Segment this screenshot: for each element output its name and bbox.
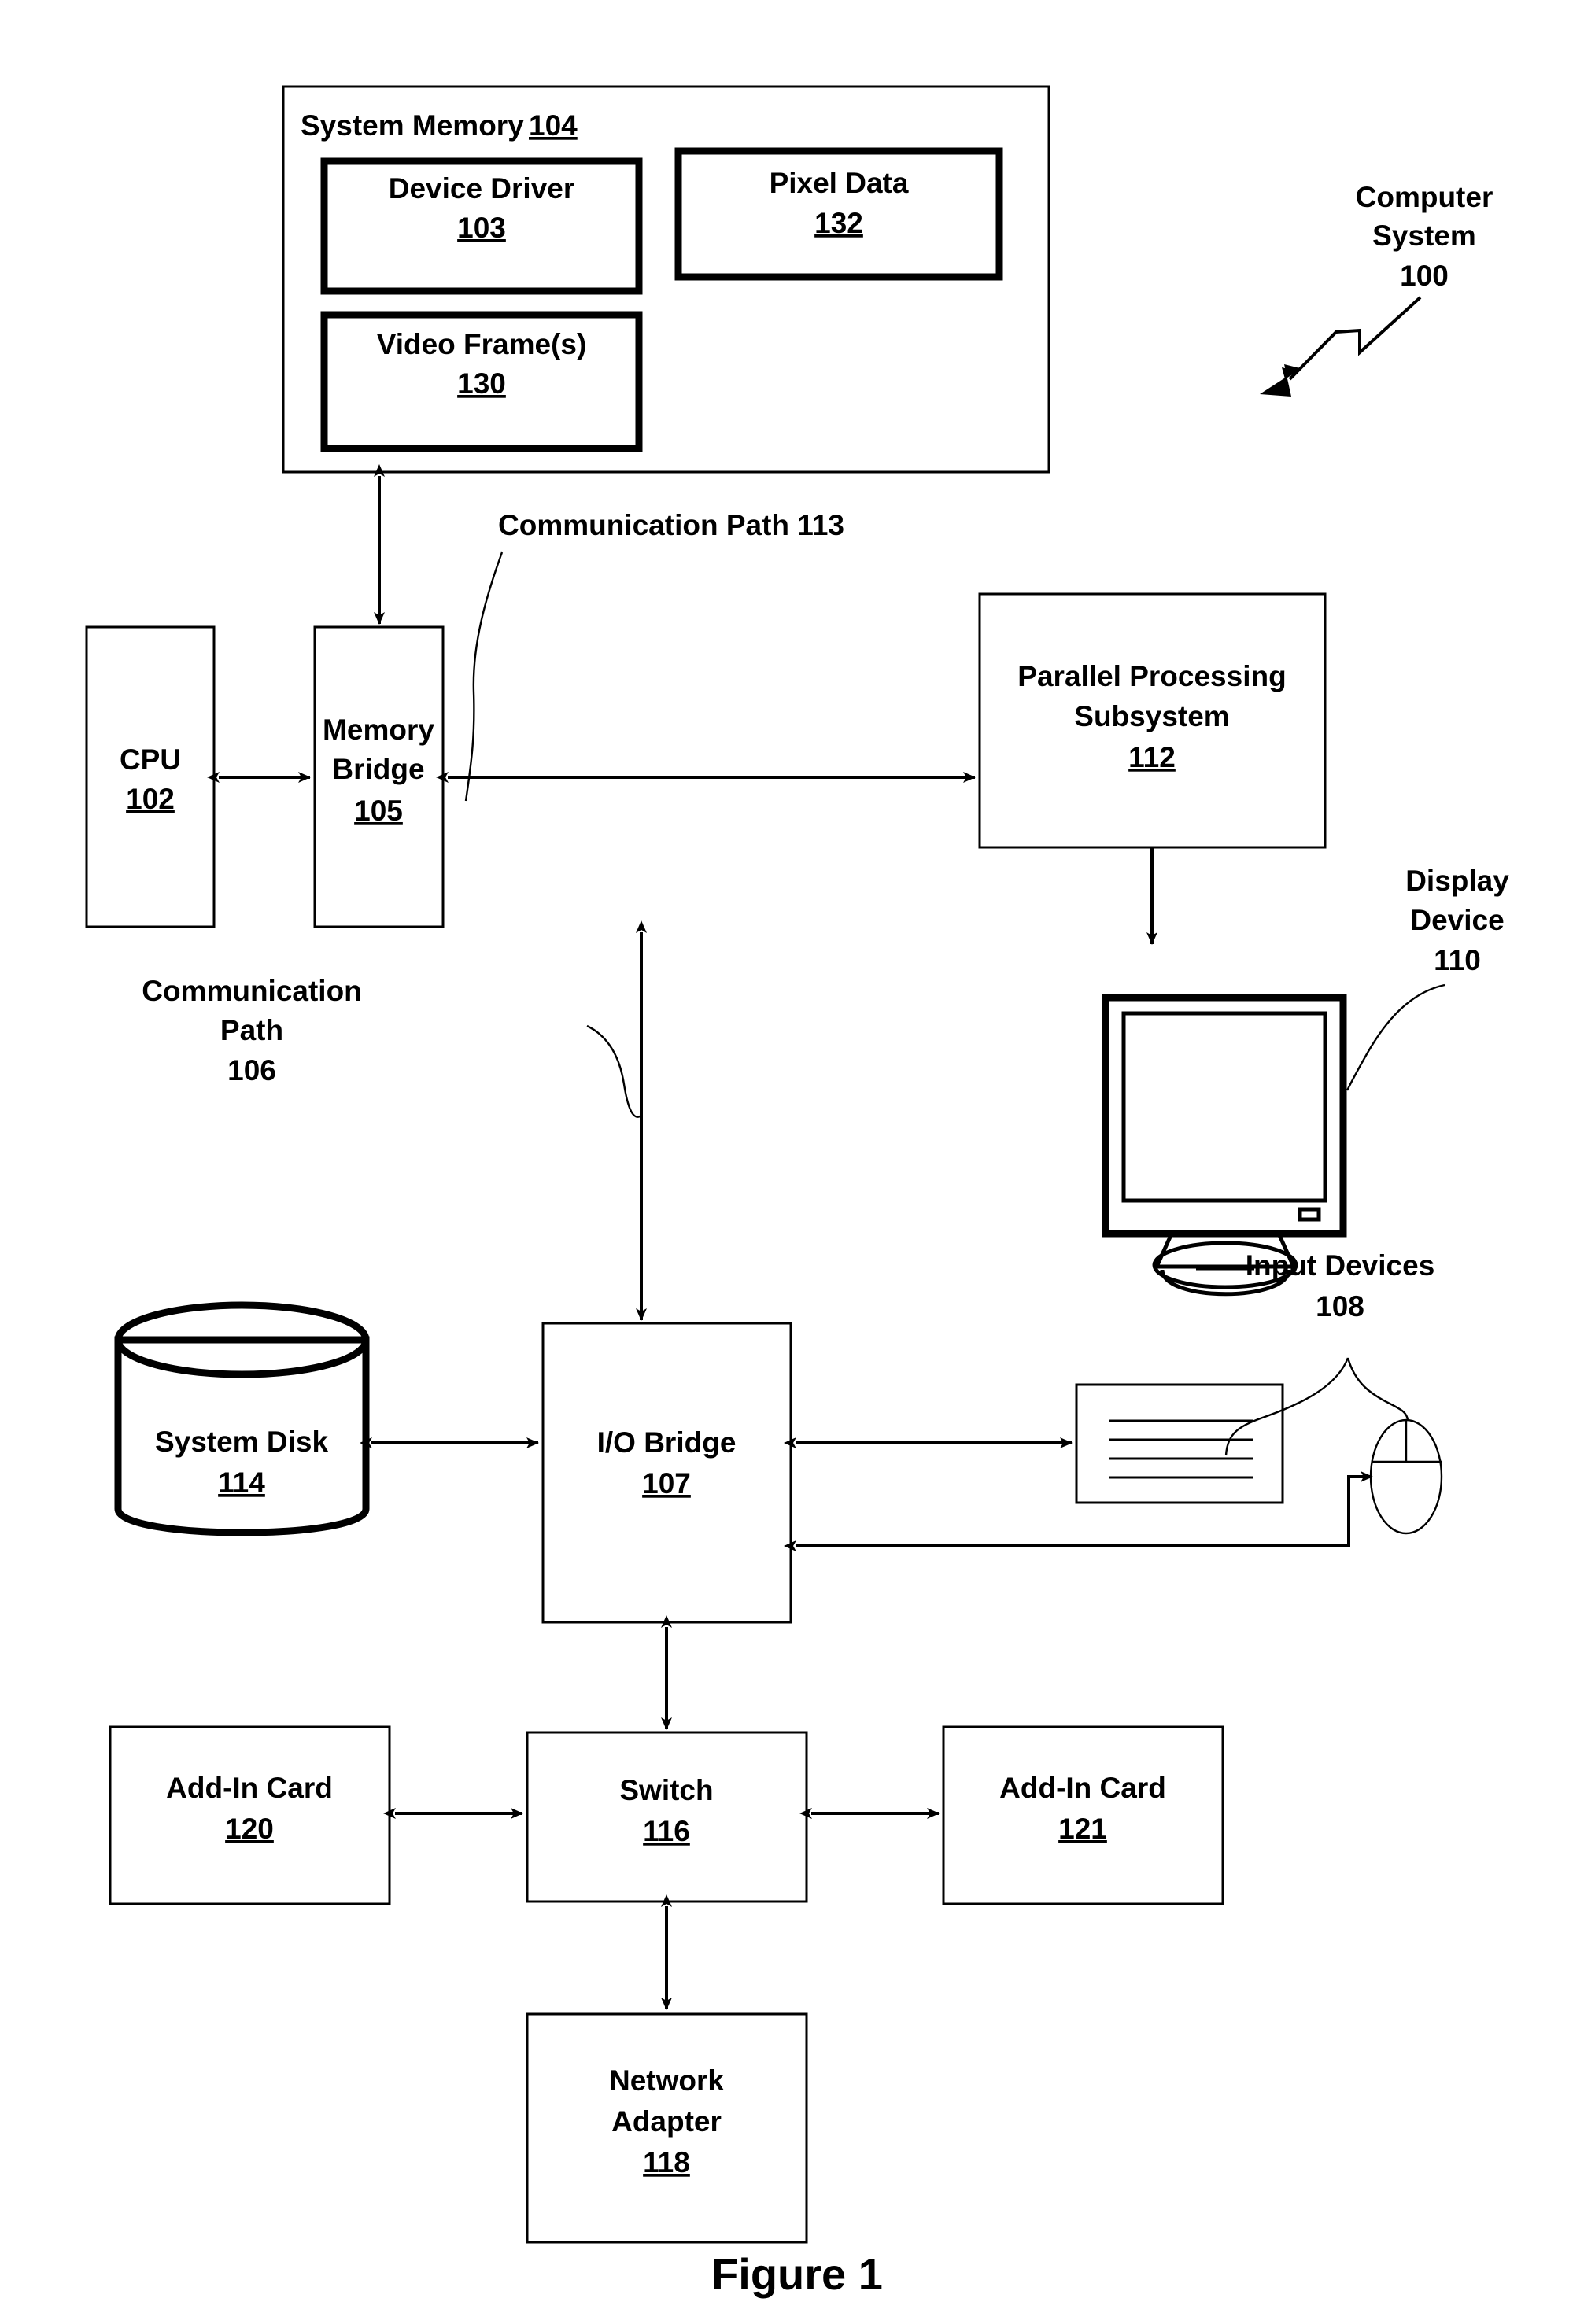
display-power-led — [1298, 1207, 1321, 1222]
display-device-ref: 110 — [1434, 944, 1481, 976]
system-memory-title: System Memory — [301, 109, 524, 142]
diagram-canvas: System Memory 104 Device Driver 103 Pixe… — [0, 0, 1595, 2324]
device-driver-ref: 103 — [457, 212, 506, 244]
comm-path-113-label: Communication Path 113 — [498, 509, 844, 541]
memory-bridge-ref: 105 — [354, 795, 403, 827]
system-disk-ref: 114 — [218, 1466, 265, 1499]
network-adapter-line1: Network — [609, 2064, 724, 2097]
input-devices-label: Input Devices — [1246, 1249, 1435, 1282]
comm-path-106-ref: 106 — [227, 1054, 276, 1086]
system-disk-label: System Disk — [155, 1426, 328, 1458]
add-in-card-left-ref: 120 — [225, 1813, 274, 1845]
device-driver-label: Device Driver — [389, 172, 575, 205]
memory-bridge-line2: Bridge — [332, 753, 424, 785]
cpu-label: CPU — [120, 743, 181, 776]
comm-path-106-line1: Communication — [142, 975, 362, 1007]
figure-background — [0, 0, 1595, 2324]
input-devices-ref: 108 — [1316, 1290, 1364, 1322]
add-in-card-left-label: Add-In Card — [166, 1772, 333, 1804]
computer-system-line2: System — [1372, 219, 1476, 252]
parallel-processing-line2: Subsystem — [1074, 700, 1229, 732]
patent-figure-1: System Memory 104 Device Driver 103 Pixe… — [0, 0, 1595, 2324]
video-frames-ref: 130 — [457, 367, 506, 400]
add-in-card-right-label: Add-In Card — [999, 1772, 1166, 1804]
network-adapter-ref: 118 — [643, 2146, 690, 2178]
pixel-data-label: Pixel Data — [770, 167, 909, 199]
system-memory-ref: 104 — [529, 109, 578, 142]
network-adapter-line2: Adapter — [611, 2105, 722, 2138]
switch-ref: 116 — [643, 1815, 690, 1847]
switch-label: Switch — [619, 1774, 713, 1806]
io-bridge-ref: 107 — [642, 1467, 691, 1500]
parallel-processing-ref: 112 — [1128, 741, 1176, 773]
io-bridge-label: I/O Bridge — [597, 1426, 737, 1459]
figure-caption: Figure 1 — [711, 2249, 883, 2299]
memory-bridge-line1: Memory — [323, 714, 434, 746]
display-device-line2: Device — [1410, 904, 1504, 936]
computer-system-ref: 100 — [1400, 260, 1449, 292]
display-device-line1: Display — [1405, 865, 1509, 897]
cpu-ref: 102 — [126, 783, 175, 815]
computer-system-line1: Computer — [1356, 181, 1493, 213]
parallel-processing-line1: Parallel Processing — [1017, 660, 1286, 692]
comm-path-106-line2: Path — [220, 1014, 283, 1046]
add-in-card-right-ref: 121 — [1058, 1813, 1107, 1845]
video-frames-label: Video Frame(s) — [377, 328, 587, 360]
pixel-data-ref: 132 — [814, 207, 863, 239]
